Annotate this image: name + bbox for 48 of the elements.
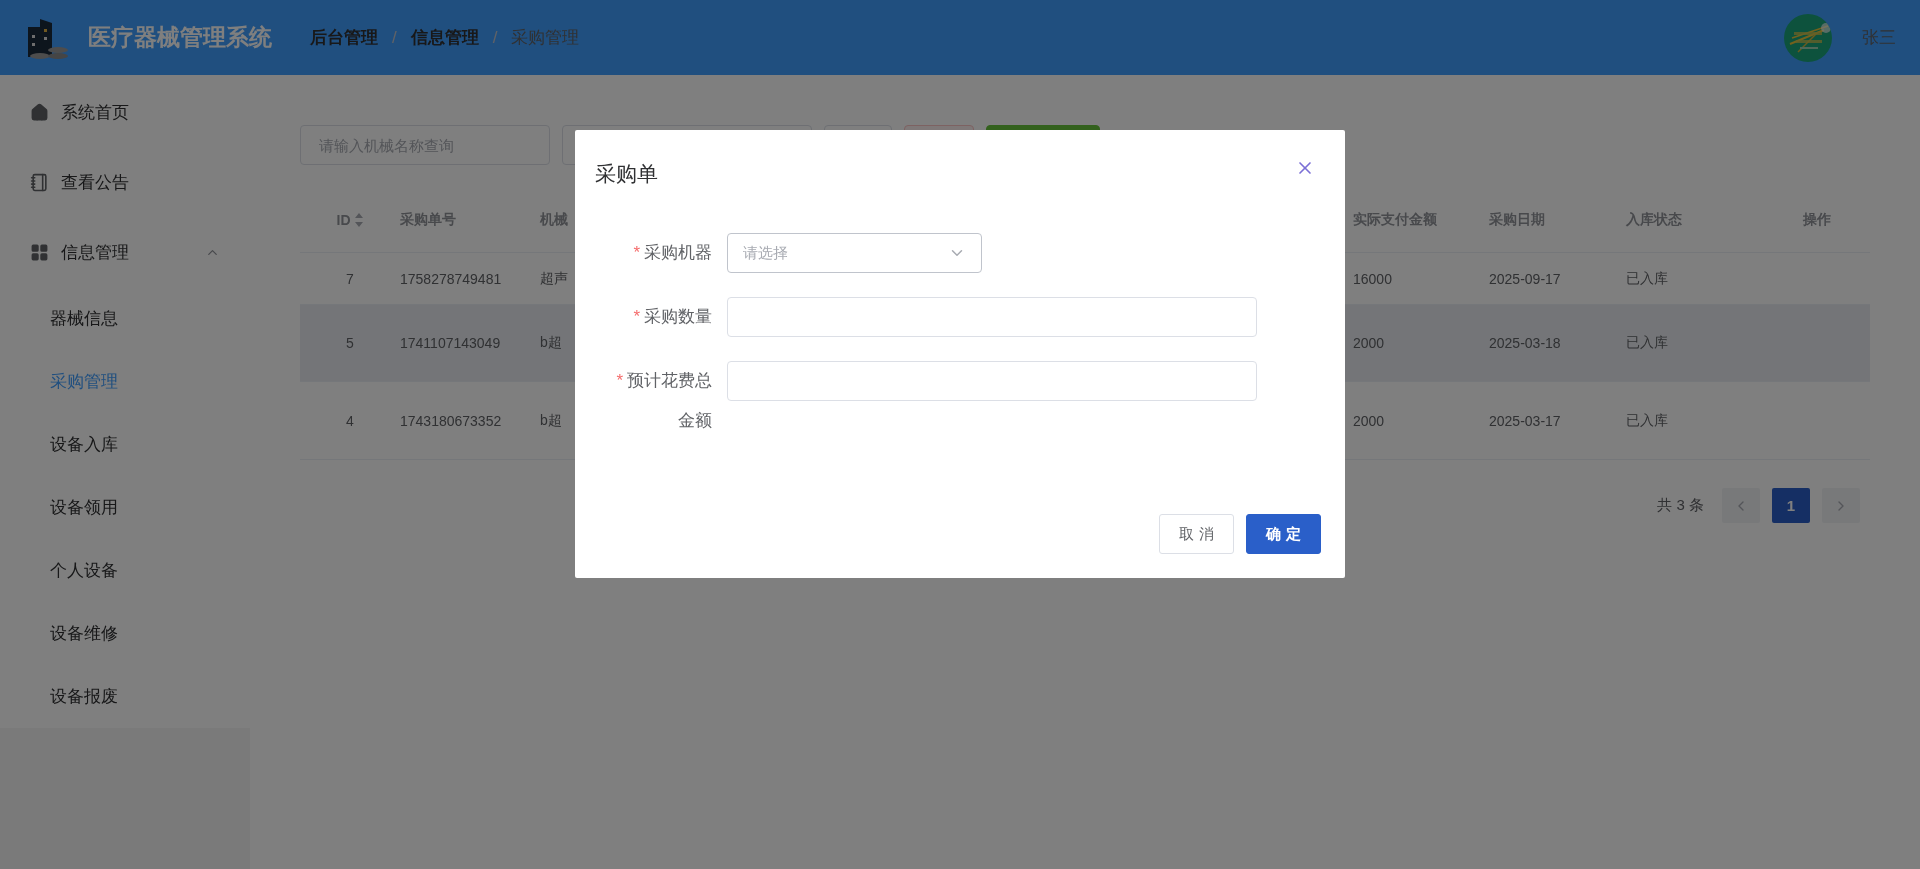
breadcrumb-separator: / — [392, 27, 397, 48]
sidebar-item[interactable]: 器械信息 — [0, 287, 250, 350]
sidebar-item[interactable]: 个人设备 — [0, 539, 250, 602]
table-cell: 1758278749481 — [400, 270, 502, 287]
sort-icon[interactable] — [353, 211, 364, 228]
total-count: 共 3 条 — [1657, 496, 1704, 515]
table-cell: 2000 — [1353, 412, 1385, 429]
page-button[interactable]: 1 — [1772, 488, 1810, 523]
sidebar-item[interactable]: 设备报废 — [0, 665, 250, 728]
sidebar-item[interactable]: 设备入库 — [0, 413, 250, 476]
table-cell: 2025-03-17 — [1489, 412, 1561, 429]
table-cell: 5 — [346, 335, 354, 351]
sidebar-item[interactable]: 系统首页 — [0, 77, 250, 147]
table-cell: 16000 — [1353, 270, 1392, 287]
sidebar-item[interactable]: 设备维修 — [0, 602, 250, 665]
breadcrumb-separator: / — [492, 27, 498, 48]
table-cell: 2025-09-17 — [1489, 270, 1561, 287]
grid-icon — [30, 242, 49, 262]
table-cell: 超声 — [540, 269, 568, 288]
next-page-button[interactable] — [1822, 488, 1860, 523]
table-cell: b超 — [540, 411, 562, 430]
table-cell: 已入库 — [1626, 411, 1668, 430]
table-cell: 1741107143049 — [400, 335, 501, 351]
field-label: * 预计花费总金额 — [615, 370, 712, 432]
table-cell: 1743180673352 — [400, 412, 502, 429]
breadcrumb-item: 采购管理 — [511, 27, 580, 49]
sidebar-item[interactable]: 信息管理 — [0, 217, 250, 287]
table-cell: 2025-03-18 — [1489, 335, 1561, 351]
sidebar-item[interactable]: 查看公告 — [0, 147, 250, 217]
table-cell: 7 — [346, 270, 354, 287]
prev-page-button[interactable] — [1722, 488, 1760, 523]
app-title: 医疗器械管理系统 — [88, 23, 272, 52]
confirm-button[interactable]: 确 定 — [1246, 514, 1321, 554]
table-cell: 已入库 — [1626, 269, 1668, 288]
home-icon — [30, 102, 49, 122]
table-cell: 2000 — [1353, 335, 1385, 351]
field-label: * 采购机器 — [632, 242, 712, 264]
notebook-icon — [30, 172, 49, 192]
field-label: * 采购数量 — [632, 306, 712, 328]
table-cell: 已入库 — [1626, 334, 1668, 352]
input-field[interactable] — [727, 297, 1257, 337]
dialog-title: 采购单 — [595, 161, 658, 187]
table-cell: 4 — [346, 412, 354, 429]
input-field[interactable] — [727, 361, 1257, 401]
cancel-button[interactable]: 取 消 — [1159, 514, 1234, 554]
sidebar-item[interactable]: 设备领用 — [0, 476, 250, 539]
select-field[interactable]: 请选择 — [727, 233, 982, 273]
table-cell: b超 — [540, 334, 562, 352]
